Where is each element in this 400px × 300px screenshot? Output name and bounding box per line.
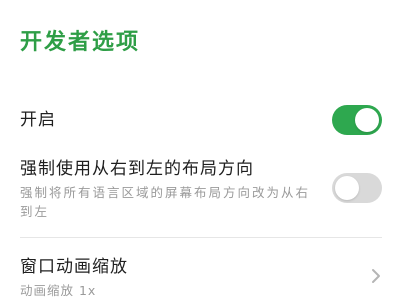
setting-label-window-animation: 窗口动画缩放: [20, 257, 128, 277]
toggle-knob: [335, 176, 359, 200]
developer-options-screen: 开发者选项 开启 强制使用从右到左的布局方向 强制将所有语言区域的屏幕布局方向改…: [0, 0, 400, 300]
enable-toggle[interactable]: [332, 105, 382, 135]
rtl-layout-toggle[interactable]: [332, 173, 382, 203]
setting-label-rtl-layout: 强制使用从右到左的布局方向: [20, 159, 254, 179]
setting-value-window-animation: 动画缩放 1x: [20, 283, 97, 298]
setting-row-window-animation[interactable]: 窗口动画缩放 动画缩放 1x: [0, 250, 400, 300]
setting-label-enable: 开启: [20, 110, 56, 130]
setting-row-enable[interactable]: 开启: [0, 100, 400, 140]
chevron-right-icon: [372, 269, 380, 283]
page-title: 开发者选项: [20, 30, 141, 55]
divider: [20, 237, 382, 238]
toggle-knob: [355, 108, 379, 132]
setting-row-rtl-layout[interactable]: 强制使用从右到左的布局方向 强制将所有语言区域的屏幕布局方向改为从右到左: [0, 155, 400, 225]
setting-description-rtl-layout: 强制将所有语言区域的屏幕布局方向改为从右到左: [20, 185, 311, 219]
